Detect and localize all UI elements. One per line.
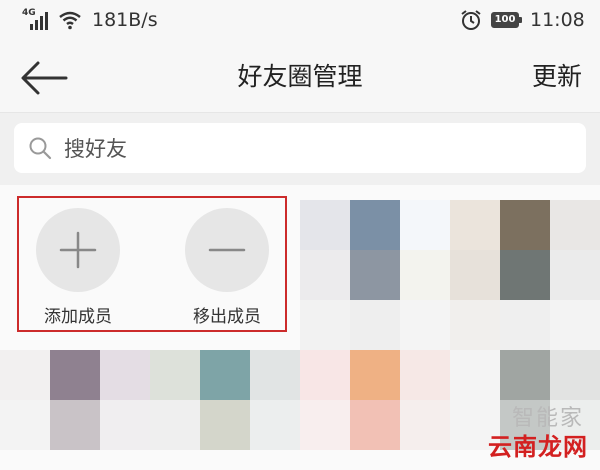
status-time: 11:08 (530, 9, 585, 31)
blurred-avatar (300, 350, 350, 400)
plus-icon (59, 231, 97, 269)
blurred-avatar (300, 400, 350, 450)
blurred-avatar (500, 300, 550, 350)
blurred-avatar (400, 300, 450, 350)
blurred-avatar (350, 250, 400, 300)
blurred-avatar (450, 350, 500, 400)
blurred-avatar (300, 250, 350, 300)
member-actions-highlight: 添加成员 移出成员 (17, 196, 287, 332)
member-grid: 添加成员 移出成员 智能家 云南龙网 (0, 185, 600, 470)
blurred-avatar (400, 400, 450, 450)
blurred-avatar (50, 400, 100, 450)
network-speed: 181B/s (92, 9, 158, 31)
blurred-avatar (0, 350, 50, 400)
minus-icon (208, 248, 246, 252)
wifi-icon (59, 11, 81, 30)
blurred-avatar (350, 400, 400, 450)
blurred-avatar (550, 200, 600, 250)
blurred-avatar (500, 250, 550, 300)
blurred-avatar (550, 300, 600, 350)
add-member-label: 添加成员 (44, 307, 112, 327)
blurred-avatar (300, 300, 350, 350)
blurred-avatar (150, 400, 200, 450)
blurred-avatar (200, 350, 250, 400)
blurred-avatar (0, 400, 50, 450)
search-area (0, 113, 600, 185)
blurred-avatar (350, 350, 400, 400)
battery-icon: 100 (491, 12, 522, 28)
nav-bar: 好友圈管理 更新 (0, 42, 600, 113)
blurred-avatar (150, 350, 200, 400)
blurred-avatar (450, 300, 500, 350)
blurred-avatar (550, 250, 600, 300)
signal-icon (30, 12, 48, 30)
blurred-avatar (450, 250, 500, 300)
blurred-avatar (350, 300, 400, 350)
blurred-avatar (450, 200, 500, 250)
blurred-avatar (500, 350, 550, 400)
search-icon (29, 137, 52, 160)
blurred-avatar (350, 200, 400, 250)
search-box[interactable] (14, 123, 586, 175)
blurred-avatar (100, 350, 150, 400)
blurred-avatar (250, 400, 300, 450)
blurred-avatar (250, 350, 300, 400)
add-circle (36, 208, 120, 292)
watermark-brand: 云南龙网 (488, 433, 588, 461)
search-input[interactable] (62, 123, 566, 175)
remove-member-label: 移出成员 (193, 307, 261, 327)
blurred-avatar (300, 200, 350, 250)
add-member-button[interactable]: 添加成员 (28, 208, 128, 327)
blurred-avatar (400, 200, 450, 250)
remove-circle (185, 208, 269, 292)
update-button[interactable]: 更新 (532, 57, 582, 93)
alarm-icon (461, 10, 481, 30)
page-title: 好友圈管理 (237, 62, 363, 91)
blurred-avatar (550, 350, 600, 400)
blurred-avatar (200, 400, 250, 450)
blurred-avatar (50, 350, 100, 400)
blurred-avatar (100, 400, 150, 450)
blurred-avatar (500, 200, 550, 250)
blurred-avatar (400, 350, 450, 400)
blurred-avatar (400, 250, 450, 300)
remove-member-button[interactable]: 移出成员 (177, 208, 277, 327)
status-bar: 4G 181B/s 100 11:08 (0, 0, 600, 42)
